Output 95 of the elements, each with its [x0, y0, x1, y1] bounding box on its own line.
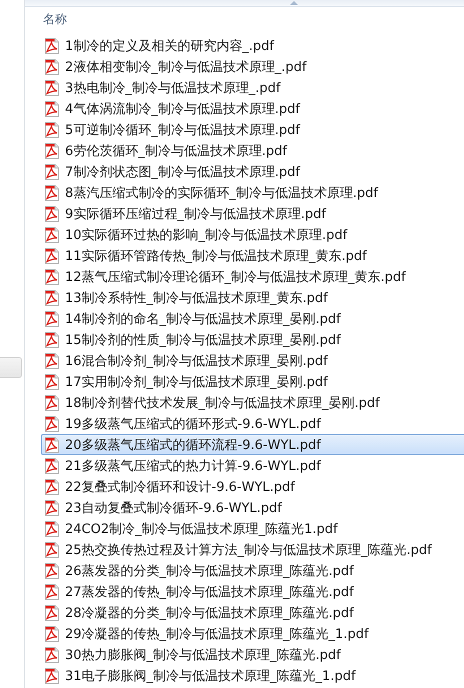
- pdf-file-icon: [45, 394, 59, 410]
- file-name: 20多级蒸气压缩式的循环流程-9.6-WYL.pdf: [65, 436, 321, 454]
- pdf-file-icon: [45, 626, 59, 642]
- file-name: 19多级蒸气压缩式的循环形式-9.6-WYL.pdf: [65, 416, 321, 432]
- file-row[interactable]: 12蒸气压缩式制冷理论循环_制冷与低温技术原理_黄东.pdf: [41, 266, 464, 287]
- file-name: 29冷凝器的传热_制冷与低温技术原理_陈蕴光_1.pdf: [65, 626, 369, 642]
- file-row[interactable]: 19多级蒸气压缩式的循环形式-9.6-WYL.pdf: [41, 413, 464, 434]
- file-name: 10实际循环过热的影响_制冷与低温技术原理.pdf: [65, 226, 348, 244]
- file-name: 31电子膨胀阀_制冷与低温技术原理_陈蕴光_1.pdf: [65, 668, 356, 684]
- file-name: 17实用制冷剂_制冷与低温技术原理_晏刚.pdf: [65, 374, 328, 390]
- file-name: 6劳伦茨循环_制冷与低温技术原理.pdf: [65, 142, 287, 160]
- file-row[interactable]: 1制冷的定义及相关的研究内容_.pdf: [41, 35, 464, 56]
- file-name: 30热力膨胀阀_制冷与低温技术原理_陈蕴光.pdf: [65, 646, 341, 664]
- file-name: 4气体涡流制冷_制冷与低温技术原理.pdf: [65, 100, 300, 118]
- file-row[interactable]: 15制冷剂的性质_制冷与低温技术原理_晏刚.pdf: [41, 329, 464, 350]
- file-row[interactable]: 6劳伦茨循环_制冷与低温技术原理.pdf: [41, 140, 464, 161]
- file-name: 27蒸发器的传热_制冷与低温技术原理_陈蕴光.pdf: [65, 584, 354, 600]
- file-row[interactable]: 3热电制冷_制冷与低温技术原理_.pdf: [41, 77, 464, 98]
- file-row[interactable]: 28冷凝器的分类_制冷与低温技术原理_陈蕴光.pdf: [41, 602, 464, 623]
- pdf-file-icon: [45, 604, 59, 620]
- selected-file-row[interactable]: 20多级蒸气压缩式的循环流程-9.6-WYL.pdf: [41, 434, 464, 455]
- file-row[interactable]: 18制冷剂替代技术发展_制冷与低温技术原理_晏刚.pdf: [41, 392, 464, 413]
- pdf-file-icon: [45, 520, 59, 536]
- file-row[interactable]: 16混合制冷剂_制冷与低温技术原理_晏刚.pdf: [41, 350, 464, 371]
- pdf-file-icon: [45, 290, 59, 306]
- pdf-file-icon: [45, 374, 59, 390]
- pdf-file-icon: [45, 80, 59, 96]
- file-row[interactable]: 31电子膨胀阀_制冷与低温技术原理_陈蕴光_1.pdf: [41, 665, 464, 686]
- file-name: 22复叠式制冷循环和设计-9.6-WYL.pdf: [65, 478, 295, 496]
- file-row[interactable]: 24CO2制冷_制冷与低温技术原理_陈蕴光1.pdf: [41, 518, 464, 539]
- file-name: 23自动复叠式制冷循环-9.6-WYL.pdf: [65, 500, 282, 516]
- pdf-file-icon: [45, 38, 59, 54]
- pdf-file-icon: [45, 478, 59, 494]
- pdf-file-icon: [45, 542, 59, 558]
- file-name: 2液体相变制冷_制冷与低温技术原理_.pdf: [65, 58, 306, 76]
- file-name: 1制冷的定义及相关的研究内容_.pdf: [65, 38, 274, 54]
- pdf-file-icon: [45, 142, 59, 158]
- file-name: 9实际循环压缩过程_制冷与低温技术原理.pdf: [65, 206, 326, 222]
- file-name: 5可逆制冷循环_制冷与低温技术原理.pdf: [65, 122, 300, 138]
- pdf-file-icon: [45, 58, 59, 74]
- file-name: 21多级蒸气压缩式的热力计算-9.6-WYL.pdf: [65, 458, 321, 474]
- pdf-file-icon: [45, 646, 59, 662]
- pdf-file-icon: [45, 100, 59, 116]
- file-row[interactable]: 13制冷系特性_制冷与低温技术原理_黄东.pdf: [41, 287, 464, 308]
- file-row[interactable]: 21多级蒸气压缩式的热力计算-9.6-WYL.pdf: [41, 455, 464, 476]
- file-row[interactable]: 10实际循环过热的影响_制冷与低温技术原理.pdf: [41, 224, 464, 245]
- pdf-file-icon: [45, 352, 59, 368]
- column-header[interactable]: 名称: [43, 11, 67, 28]
- file-row[interactable]: 22复叠式制冷循环和设计-9.6-WYL.pdf: [41, 476, 464, 497]
- scroll-thumb[interactable]: [0, 357, 22, 378]
- file-name: 11实际循环管路传热_制冷与低温技术原理_黄东.pdf: [65, 248, 367, 264]
- pdf-file-icon: [45, 268, 59, 284]
- file-row[interactable]: 25热交换传热过程及计算方法_制冷与低温技术原理_陈蕴光.pdf: [41, 539, 464, 560]
- file-name: 15制冷剂的性质_制冷与低温技术原理_晏刚.pdf: [65, 332, 341, 348]
- pdf-file-icon: [45, 226, 59, 242]
- file-name: 18制冷剂替代技术发展_制冷与低温技术原理_晏刚.pdf: [65, 394, 380, 412]
- pdf-file-icon: [45, 122, 59, 138]
- file-row[interactable]: 26蒸发器的分类_制冷与低温技术原理_陈蕴光.pdf: [41, 560, 464, 581]
- file-row[interactable]: 30热力膨胀阀_制冷与低温技术原理_陈蕴光.pdf: [41, 644, 464, 665]
- file-row[interactable]: 7制冷剂状态图_制冷与低温技术原理.pdf: [41, 161, 464, 182]
- file-row[interactable]: 11实际循环管路传热_制冷与低温技术原理_黄东.pdf: [41, 245, 464, 266]
- file-row[interactable]: 8蒸汽压缩式制冷的实际循环_制冷与低温技术原理.pdf: [41, 182, 464, 203]
- file-name: 24CO2制冷_制冷与低温技术原理_陈蕴光1.pdf: [65, 520, 338, 538]
- pdf-file-icon: [45, 184, 59, 200]
- file-name: 8蒸汽压缩式制冷的实际循环_制冷与低温技术原理.pdf: [65, 184, 378, 202]
- file-row[interactable]: 23自动复叠式制冷循环-9.6-WYL.pdf: [41, 497, 464, 518]
- file-name: 7制冷剂状态图_制冷与低温技术原理.pdf: [65, 164, 300, 180]
- file-name: 12蒸气压缩式制冷理论循环_制冷与低温技术原理_黄东.pdf: [65, 268, 406, 286]
- pdf-file-icon: [45, 164, 59, 180]
- pdf-file-icon: [45, 562, 59, 578]
- file-row[interactable]: 5可逆制冷循环_制冷与低温技术原理.pdf: [41, 119, 464, 140]
- file-name: 3热电制冷_制冷与低温技术原理_.pdf: [65, 80, 280, 96]
- pdf-file-icon: [45, 206, 59, 222]
- pdf-file-icon: [45, 416, 59, 432]
- pdf-file-icon: [45, 248, 59, 264]
- pdf-file-icon: [45, 584, 59, 600]
- pdf-file-icon: [45, 500, 59, 516]
- file-name: 14制冷剂的命名_制冷与低温技术原理_晏刚.pdf: [65, 310, 341, 328]
- pdf-file-icon: [45, 436, 59, 452]
- file-name: 28冷凝器的分类_制冷与低温技术原理_陈蕴光.pdf: [65, 604, 354, 622]
- file-row[interactable]: 9实际循环压缩过程_制冷与低温技术原理.pdf: [41, 203, 464, 224]
- file-row[interactable]: 27蒸发器的传热_制冷与低温技术原理_陈蕴光.pdf: [41, 581, 464, 602]
- pdf-file-icon: [45, 668, 59, 684]
- file-name: 13制冷系特性_制冷与低温技术原理_黄东.pdf: [65, 290, 328, 306]
- pdf-file-icon: [45, 458, 59, 474]
- file-row[interactable]: 4气体涡流制冷_制冷与低温技术原理.pdf: [41, 98, 464, 119]
- file-name: 16混合制冷剂_制冷与低温技术原理_晏刚.pdf: [65, 352, 328, 370]
- file-row[interactable]: 14制冷剂的命名_制冷与低温技术原理_晏刚.pdf: [41, 308, 464, 329]
- file-row[interactable]: 2液体相变制冷_制冷与低温技术原理_.pdf: [41, 56, 464, 77]
- file-row[interactable]: 29冷凝器的传热_制冷与低温技术原理_陈蕴光_1.pdf: [41, 623, 464, 644]
- file-name: 26蒸发器的分类_制冷与低温技术原理_陈蕴光.pdf: [65, 562, 354, 580]
- file-row[interactable]: 17实用制冷剂_制冷与低温技术原理_晏刚.pdf: [41, 371, 464, 392]
- pdf-file-icon: [45, 332, 59, 348]
- file-name: 25热交换传热过程及计算方法_制冷与低温技术原理_陈蕴光.pdf: [65, 542, 432, 558]
- pdf-file-icon: [45, 310, 59, 326]
